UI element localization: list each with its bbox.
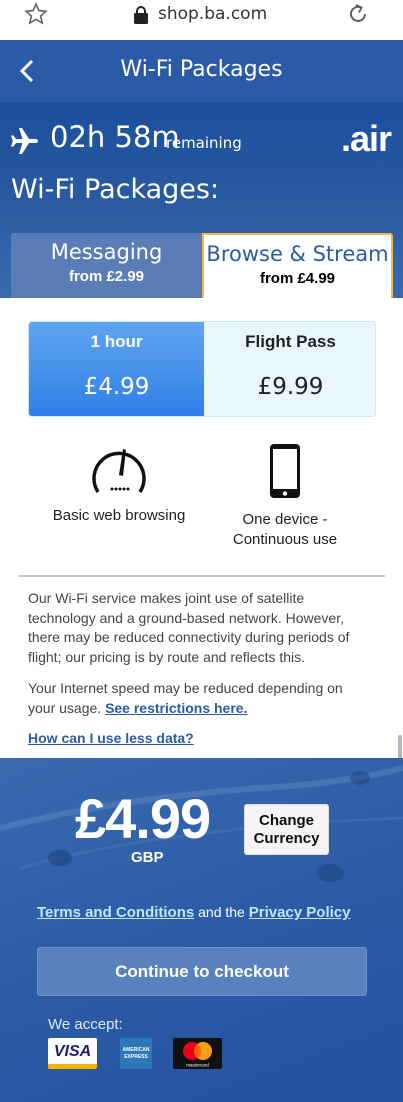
amex-logo-line2: EXPRESS: [124, 1054, 148, 1060]
continue-to-checkout-button[interactable]: Continue to checkout: [37, 947, 367, 996]
star-icon[interactable]: [24, 2, 48, 26]
page-title: Wi-Fi Packages: [120, 57, 283, 82]
smartphone-icon: [270, 444, 300, 498]
we-accept-label: We accept:: [48, 1016, 123, 1033]
less-data-link[interactable]: How can I use less data?: [28, 730, 194, 746]
terms-text: Terms and Conditions and the Privacy Pol…: [37, 904, 350, 921]
price-currency: GBP: [131, 849, 164, 866]
amex-logo-line1: AMERICAN: [122, 1047, 150, 1053]
mastercard-logo: mastercard: [173, 1038, 222, 1069]
option-flight-pass[interactable]: Flight Pass £9.99: [204, 322, 375, 416]
speed-info: Your Internet speed may be reduced depen…: [28, 679, 373, 718]
tab-messaging-label: Messaging: [50, 240, 163, 264]
feature-device: One device - Continuous use: [220, 442, 350, 550]
terms-and-the: and the: [198, 904, 245, 920]
change-currency-label-line2: Currency: [253, 830, 320, 847]
packages-heading: Wi-Fi Packages:: [11, 174, 220, 205]
browser-url-bar: shop.ba.com: [0, 0, 403, 40]
option-flight-pass-label: Flight Pass: [245, 332, 336, 351]
tab-browse-stream[interactable]: Browse & Stream from £4.99: [202, 233, 393, 298]
service-info-text: Our Wi-Fi service makes joint use of sat…: [28, 590, 350, 665]
reload-icon[interactable]: [346, 2, 370, 26]
air-logo: .air: [340, 118, 392, 159]
total-price: £4.99: [75, 787, 211, 850]
option-1-hour-price: £4.99: [83, 374, 150, 400]
feature-speed: Basic web browsing: [44, 442, 194, 526]
restrictions-link[interactable]: See restrictions here.: [105, 700, 247, 716]
terms-link[interactable]: Terms and Conditions: [37, 904, 194, 921]
option-1-hour-label: 1 hour: [90, 332, 143, 351]
amex-card-logo: AMERICAN EXPRESS: [120, 1038, 152, 1069]
feature-device-label-line1: One device -: [242, 511, 328, 528]
tab-browse-stream-label: Browse & Stream: [206, 242, 389, 266]
option-1-hour[interactable]: 1 hour £4.99: [29, 322, 204, 416]
duration-options: 1 hour £4.99 Flight Pass £9.99: [28, 321, 376, 417]
speedometer-icon: [92, 449, 146, 493]
mastercard-circles-icon: mastercard: [183, 1042, 212, 1068]
time-remaining-label: remaining: [166, 134, 242, 152]
feature-device-label-line2: Continuous use: [232, 531, 338, 548]
privacy-link[interactable]: Privacy Policy: [249, 904, 351, 921]
time-remaining-value: 02h 58m: [50, 120, 180, 154]
airplane-icon: [11, 128, 38, 154]
mastercard-wordmark: mastercard: [186, 1063, 209, 1068]
lock-icon: [134, 6, 148, 24]
change-currency-button[interactable]: Change Currency: [244, 804, 329, 855]
divider: [19, 575, 385, 577]
hero-banner: 02h 58m remaining .air Wi-Fi Packages: M…: [0, 102, 403, 298]
visa-card-logo: VISA: [48, 1038, 97, 1069]
checkout-panel: £4.99 GBP Change Currency Terms and Cond…: [0, 758, 403, 1102]
url-text[interactable]: shop.ba.com: [158, 4, 267, 24]
option-flight-pass-price: £9.99: [257, 374, 324, 400]
change-currency-label-line1: Change: [258, 812, 314, 829]
tab-messaging-price: from £2.99: [68, 268, 145, 285]
feature-speed-label: Basic web browsing: [52, 507, 186, 524]
tab-messaging[interactable]: Messaging from £2.99: [11, 233, 202, 298]
page-header: Wi-Fi Packages: [0, 40, 403, 102]
tab-browse-stream-price: from £4.99: [259, 270, 336, 287]
